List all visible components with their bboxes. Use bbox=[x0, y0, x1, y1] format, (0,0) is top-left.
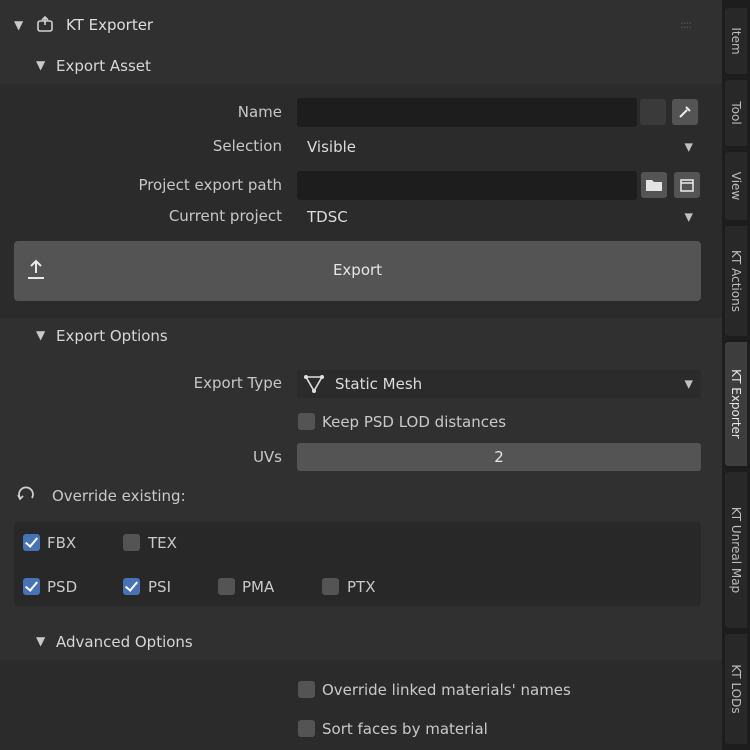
export-type-label: Export Type bbox=[193, 374, 282, 392]
tab-kt-lods-label: KT LODs bbox=[729, 664, 743, 714]
name-input[interactable] bbox=[297, 98, 637, 127]
fbx-checkbox[interactable] bbox=[23, 534, 40, 551]
override-existing-label: Override existing: bbox=[52, 487, 186, 505]
project-path-label: Project export path bbox=[138, 176, 282, 194]
export-addon-icon bbox=[36, 15, 54, 33]
eyedropper-icon[interactable] bbox=[672, 99, 698, 125]
advanced-options-header[interactable]: ▼ Advanced Options bbox=[0, 626, 722, 660]
tab-view-label: View bbox=[729, 171, 743, 201]
drag-handle-icon[interactable]: :::: bbox=[680, 18, 692, 31]
sort-faces-label: Sort faces by material bbox=[322, 720, 488, 738]
advanced-options-title: Advanced Options bbox=[56, 633, 193, 651]
tab-item[interactable]: Item bbox=[725, 8, 747, 74]
tab-kt-unreal-map[interactable]: KT Unreal Map bbox=[725, 472, 747, 628]
fbx-label: FBX bbox=[47, 534, 77, 552]
advanced-options-body: Override linked materials' names Sort fa… bbox=[0, 660, 722, 750]
pma-checkbox[interactable] bbox=[218, 578, 235, 595]
uvs-number-field[interactable]: 2 bbox=[297, 443, 701, 471]
tab-kt-actions[interactable]: KT Actions bbox=[725, 226, 747, 336]
override-refresh-icon bbox=[16, 486, 36, 508]
file-browser-icon[interactable] bbox=[674, 172, 700, 198]
current-project-label: Current project bbox=[168, 207, 282, 225]
export-asset-header[interactable]: ▼ Export Asset bbox=[0, 50, 722, 84]
chevron-down-icon: ▼ bbox=[684, 377, 693, 391]
selection-label: Selection bbox=[212, 137, 282, 155]
export-button-label: Export bbox=[332, 261, 383, 279]
sidebar-tabs: Item Tool View KT Actions KT Exporter KT… bbox=[722, 0, 750, 750]
export-type-dropdown[interactable]: Static Mesh ▼ bbox=[297, 370, 701, 398]
tab-view[interactable]: View bbox=[725, 152, 747, 220]
override-linked-checkbox[interactable] bbox=[298, 681, 315, 698]
properties-panel: ▼ KT Exporter :::: ▼ Export Asset Name S… bbox=[0, 0, 722, 750]
sort-faces-checkbox[interactable] bbox=[298, 720, 315, 737]
pma-label: PMA bbox=[242, 578, 275, 596]
export-asset-title: Export Asset bbox=[56, 57, 151, 75]
collapse-chevron-icon[interactable]: ▼ bbox=[14, 18, 23, 32]
export-type-value: Static Mesh bbox=[335, 375, 423, 393]
mesh-icon bbox=[303, 374, 325, 398]
chevron-down-icon[interactable]: ▼ bbox=[36, 634, 45, 648]
tex-label: TEX bbox=[148, 534, 177, 552]
panel-title: KT Exporter bbox=[66, 16, 154, 34]
keep-lod-label: Keep PSD LOD distances bbox=[322, 413, 507, 431]
export-button[interactable]: Export bbox=[14, 241, 701, 301]
psi-label: PSI bbox=[148, 578, 171, 596]
chevron-down-icon[interactable]: ▼ bbox=[36, 328, 45, 342]
selection-value: Visible bbox=[307, 138, 356, 156]
tab-kt-exporter-label: KT Exporter bbox=[729, 369, 743, 439]
uvs-value: 2 bbox=[494, 448, 504, 466]
psi-checkbox[interactable] bbox=[123, 578, 140, 595]
tab-tool[interactable]: Tool bbox=[725, 80, 747, 146]
selection-dropdown[interactable]: Visible ▼ bbox=[297, 133, 701, 161]
tab-kt-unreal-map-label: KT Unreal Map bbox=[729, 506, 743, 594]
ptx-checkbox[interactable] bbox=[322, 578, 339, 595]
tab-item-label: Item bbox=[729, 27, 743, 55]
name-label: Name bbox=[237, 103, 282, 121]
override-linked-label: Override linked materials' names bbox=[322, 681, 571, 699]
folder-icon[interactable] bbox=[641, 172, 667, 198]
tab-kt-lods[interactable]: KT LODs bbox=[725, 634, 747, 744]
export-options-body: Export Type Static Mesh ▼ Keep PSD LOD d… bbox=[0, 354, 722, 620]
export-options-header[interactable]: ▼ Export Options bbox=[0, 320, 722, 354]
project-path-input[interactable] bbox=[297, 171, 637, 200]
name-options-button[interactable] bbox=[640, 99, 666, 125]
psd-checkbox[interactable] bbox=[23, 578, 40, 595]
panel-header[interactable]: ▼ KT Exporter :::: bbox=[0, 0, 722, 54]
tex-checkbox[interactable] bbox=[123, 534, 140, 551]
current-project-value: TDSC bbox=[307, 208, 348, 226]
keep-lod-checkbox[interactable] bbox=[298, 413, 315, 430]
tab-kt-actions-label: KT Actions bbox=[729, 250, 743, 312]
psd-label: PSD bbox=[47, 578, 78, 596]
chevron-down-icon: ▼ bbox=[684, 140, 693, 154]
export-asset-body: Name Selection Visible ▼ Project export … bbox=[0, 84, 722, 318]
tab-tool-label: Tool bbox=[729, 101, 743, 125]
export-options-title: Export Options bbox=[56, 327, 168, 345]
chevron-down-icon[interactable]: ▼ bbox=[36, 58, 45, 72]
chevron-down-icon: ▼ bbox=[684, 210, 693, 224]
uvs-label: UVs bbox=[252, 448, 282, 466]
ptx-label: PTX bbox=[347, 578, 376, 596]
current-project-dropdown[interactable]: TDSC ▼ bbox=[297, 203, 701, 231]
tab-kt-exporter[interactable]: KT Exporter bbox=[725, 342, 747, 466]
